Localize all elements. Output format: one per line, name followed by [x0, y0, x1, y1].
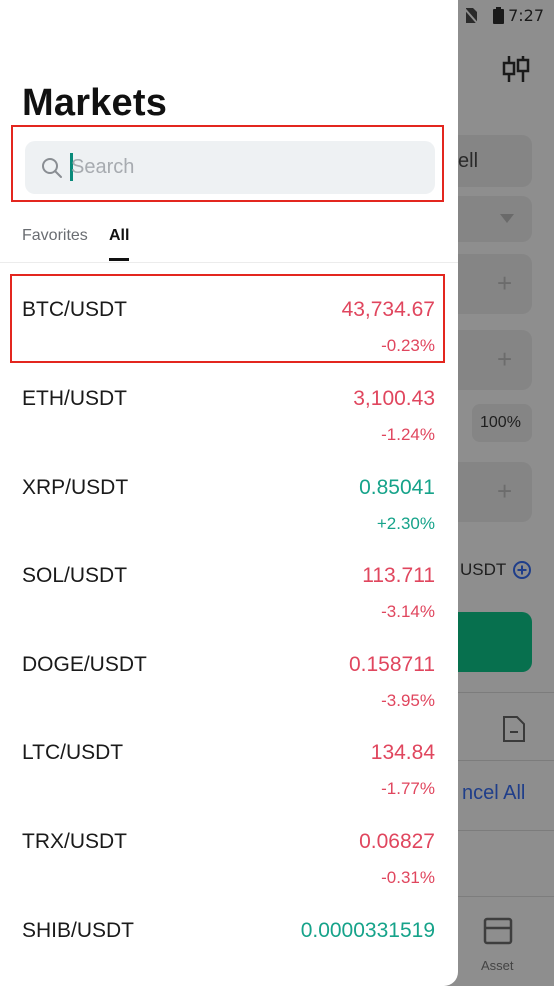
market-pair: LTC/USDT — [22, 741, 124, 764]
market-row-shib-usdt[interactable]: SHIB/USDT 0.0000331519 — [0, 898, 458, 986]
market-pair: SOL/USDT — [22, 564, 128, 587]
market-price: 113.711 — [362, 564, 435, 587]
market-price: 0.85041 — [359, 476, 435, 499]
market-pair: TRX/USDT — [22, 830, 127, 853]
market-change: +2.30% — [376, 514, 435, 533]
plus-icon[interactable]: + — [497, 268, 512, 299]
market-price: 0.0000331519 — [300, 919, 435, 942]
market-pair: BTC/USDT — [22, 298, 127, 321]
percent-100-button[interactable]: 100% — [472, 404, 532, 442]
markets-drawer: Markets Favorites All BTC/USDT 43,734.67… — [0, 0, 458, 986]
market-price: 134.84 — [370, 741, 435, 764]
market-row-eth-usdt[interactable]: ETH/USDT 3,100.43 -1.24% — [0, 366, 458, 454]
tab-all[interactable]: All — [109, 227, 129, 245]
market-price: 0.158711 — [348, 653, 435, 676]
divider — [458, 692, 554, 693]
sell-submit-button[interactable] — [448, 612, 532, 672]
market-change: -3.14% — [381, 602, 435, 621]
market-pair: XRP/USDT — [22, 476, 129, 499]
market-price: 3,100.43 — [353, 387, 435, 410]
market-pair: DOGE/USDT — [22, 653, 147, 676]
nav-asset-label[interactable]: Asset — [481, 958, 514, 973]
status-time: 7:27 — [508, 6, 544, 25]
no-sim-icon — [464, 7, 478, 24]
search-highlight-box — [11, 125, 444, 202]
market-row-ltc-usdt[interactable]: LTC/USDT 134.84 -1.77% — [0, 720, 458, 808]
asset-nav-icon[interactable] — [483, 917, 513, 945]
active-tab-indicator — [109, 258, 129, 261]
market-pair: ETH/USDT — [22, 387, 127, 410]
market-row-sol-usdt[interactable]: SOL/USDT 113.711 -3.14% — [0, 543, 458, 631]
market-change: -3.95% — [381, 691, 435, 710]
battery-icon — [493, 7, 504, 24]
order-doc-icon[interactable] — [502, 715, 526, 743]
sell-tab-label: ell — [458, 150, 479, 172]
plus-icon[interactable]: + — [497, 476, 512, 507]
market-price: 0.06827 — [359, 830, 435, 853]
market-pair: SHIB/USDT — [22, 919, 135, 942]
market-price: 43,734.67 — [341, 298, 435, 321]
market-row-doge-usdt[interactable]: DOGE/USDT 0.158711 -3.95% — [0, 632, 458, 720]
market-change: -1.77% — [381, 779, 435, 798]
divider — [458, 830, 554, 831]
tab-favorites[interactable]: Favorites — [22, 227, 88, 245]
add-circle-icon[interactable] — [512, 560, 532, 580]
page-title: Markets — [22, 82, 168, 124]
market-change: -0.31% — [381, 868, 435, 887]
bottom-nav-divider — [458, 896, 554, 897]
available-usdt-label: USDT — [460, 560, 507, 579]
candlestick-icon[interactable] — [501, 54, 531, 84]
market-change: -0.23% — [381, 336, 435, 355]
percent-100-label: 100% — [480, 414, 521, 431]
plus-icon[interactable]: + — [497, 344, 512, 375]
divider — [458, 760, 554, 761]
market-row-trx-usdt[interactable]: TRX/USDT 0.06827 -0.31% — [0, 809, 458, 897]
market-row-xrp-usdt[interactable]: XRP/USDT 0.85041 +2.30% — [0, 455, 458, 543]
dropdown-icon — [500, 214, 514, 223]
market-row-btc-usdt[interactable]: BTC/USDT 43,734.67 -0.23% — [0, 277, 458, 365]
market-change: -1.24% — [381, 425, 435, 444]
cancel-all-button[interactable]: ncel All — [462, 782, 525, 805]
tab-divider — [0, 262, 458, 263]
